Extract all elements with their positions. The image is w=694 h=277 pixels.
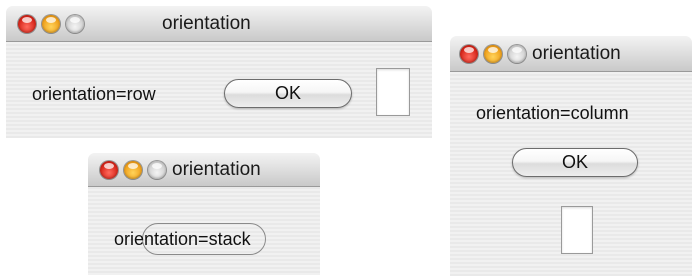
zoom-icon[interactable]: [66, 14, 84, 33]
window-title: orientation: [532, 42, 621, 64]
zoom-icon[interactable]: [508, 44, 526, 63]
orientation-row-label: orientation=row: [32, 84, 156, 104]
screenshot-stage: orientation orientation=row OK orientati…: [0, 0, 694, 277]
minimize-icon[interactable]: [484, 44, 502, 63]
close-icon[interactable]: [100, 160, 118, 179]
window-column: orientation orientation=column OK: [450, 36, 692, 276]
titlebar-row[interactable]: orientation: [6, 6, 432, 42]
orientation-stack-label: orientation=stack: [114, 229, 251, 249]
empty-box: [376, 68, 410, 116]
empty-box: [561, 206, 593, 254]
zoom-icon[interactable]: [148, 160, 166, 179]
titlebar-stack[interactable]: orientation: [88, 153, 320, 187]
close-icon[interactable]: [18, 14, 36, 33]
window-title: orientation: [172, 158, 261, 180]
orientation-column-label: orientation=column: [476, 103, 629, 123]
minimize-icon[interactable]: [42, 14, 60, 33]
titlebar-column[interactable]: orientation: [450, 36, 692, 72]
window-row: orientation orientation=row OK: [6, 6, 432, 138]
close-icon[interactable]: [460, 44, 478, 63]
minimize-icon[interactable]: [124, 160, 142, 179]
window-title: orientation: [162, 12, 251, 34]
ok-button[interactable]: OK: [224, 79, 352, 108]
ok-button[interactable]: OK: [512, 148, 638, 177]
window-stack: orientation orientation=stack: [88, 153, 320, 275]
